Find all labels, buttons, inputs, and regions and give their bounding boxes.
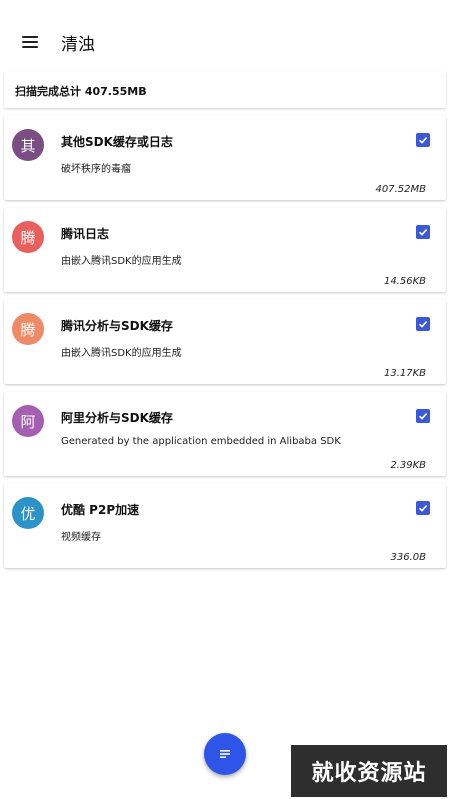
- item-checkbox[interactable]: [416, 133, 430, 147]
- list-item[interactable]: 其 其他SDK缓存或日志 破坏秩序的毒瘤 407.52MB: [4, 116, 446, 200]
- app-bar: 清浊: [0, 0, 450, 80]
- scan-summary: 扫描完成总计 407.55MB: [4, 72, 446, 108]
- item-size: 14.56KB: [383, 276, 426, 287]
- page-title: 清浊: [61, 35, 95, 55]
- check-icon: [418, 229, 428, 236]
- check-icon: [418, 321, 428, 328]
- scan-summary-text: 扫描完成总计 407.55MB: [15, 85, 147, 98]
- clean-list-icon: [220, 750, 230, 758]
- item-size: 13.17KB: [383, 368, 426, 379]
- list-item[interactable]: 优 优酷 P2P加速 视频缓存 336.0B: [4, 484, 446, 568]
- avatar: 其: [12, 129, 44, 161]
- item-description: Generated by the application embedded in…: [61, 436, 341, 447]
- avatar: 腾: [12, 313, 44, 345]
- item-size: 407.52MB: [375, 184, 426, 195]
- check-icon: [418, 505, 428, 512]
- avatar: 优: [12, 497, 44, 529]
- hamburger-menu-icon[interactable]: [22, 36, 38, 50]
- avatar: 腾: [12, 221, 44, 253]
- item-checkbox[interactable]: [416, 501, 430, 515]
- item-description: 由嵌入腾讯SDK的应用生成: [61, 348, 182, 359]
- check-icon: [418, 413, 428, 420]
- avatar: 阿: [12, 405, 44, 437]
- item-title: 腾讯日志: [61, 227, 110, 241]
- item-description: 视频缓存: [61, 532, 101, 543]
- list-item[interactable]: 腾 腾讯日志 由嵌入腾讯SDK的应用生成 14.56KB: [4, 208, 446, 292]
- item-title: 阿里分析与SDK缓存: [61, 411, 173, 425]
- item-description: 破坏秩序的毒瘤: [61, 164, 131, 175]
- item-checkbox[interactable]: [416, 225, 430, 239]
- item-checkbox[interactable]: [416, 409, 430, 423]
- item-size: 336.0B: [390, 552, 427, 563]
- clean-fab-button[interactable]: [204, 733, 246, 775]
- item-size: 2.39KB: [390, 460, 426, 471]
- item-description: 由嵌入腾讯SDK的应用生成: [61, 256, 182, 267]
- list-item[interactable]: 阿 阿里分析与SDK缓存 Generated by the applicatio…: [4, 392, 446, 476]
- item-checkbox[interactable]: [416, 317, 430, 331]
- item-title: 腾讯分析与SDK缓存: [61, 319, 173, 333]
- item-title: 其他SDK缓存或日志: [61, 135, 173, 149]
- item-title: 优酷 P2P加速: [61, 503, 140, 517]
- check-icon: [418, 137, 428, 144]
- watermark: 就收资源站: [291, 745, 447, 797]
- list-item[interactable]: 腾 腾讯分析与SDK缓存 由嵌入腾讯SDK的应用生成 13.17KB: [4, 300, 446, 384]
